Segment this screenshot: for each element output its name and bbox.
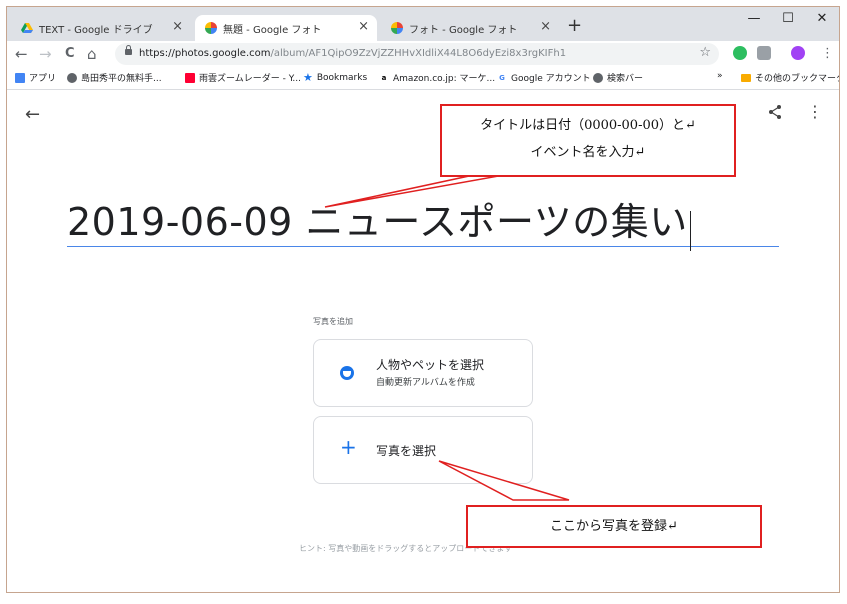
amazon-icon: a (379, 72, 389, 83)
bookmark-label: Google アカウント (511, 74, 591, 84)
address-bar[interactable]: https://photos.google.com/album/AF1QipO9… (115, 43, 719, 65)
reload-icon[interactable]: C (65, 44, 75, 64)
select-people-subtitle: 自動更新アルバムを作成 (376, 378, 475, 388)
tab-title: 無題 - Google フォト (223, 24, 322, 36)
plus-icon: + (340, 435, 357, 459)
bookmarks-bar: アプリ 島田秀平の無料手... 雨雲ズームレーダー - Y... ★ Bookma… (7, 67, 839, 90)
add-photos-label: 写真を追加 (313, 317, 353, 326)
google-photos-icon (205, 22, 217, 34)
globe-icon (67, 72, 77, 83)
evernote-extension-icon[interactable] (733, 46, 747, 60)
browser-menu-icon[interactable]: ⋮ (821, 44, 834, 64)
photo-callout: ここから写真を登録↵ (466, 505, 762, 548)
folder-icon (741, 73, 751, 82)
cloud-extension-icon[interactable] (757, 46, 771, 60)
close-tab-icon[interactable]: × (540, 20, 551, 34)
select-photos-title: 写真を選択 (376, 444, 437, 458)
tab-title: TEXT - Google ドライブ (39, 24, 153, 36)
title-callout-line2: イベント名を入力↵ (530, 145, 646, 160)
forward-icon[interactable]: → (39, 44, 52, 64)
google-drive-icon (21, 23, 33, 33)
select-people-title: 人物やペットを選択 (376, 358, 485, 372)
bookmark-label: 検索バー (607, 74, 644, 84)
bookmark-label: Amazon.co.jp: マーケ... (393, 74, 496, 84)
bookmark-other[interactable]: その他のブックマーク (741, 71, 840, 84)
apps-icon (15, 72, 25, 83)
title-callout-line1: タイトルは日付（0000-00-00）と↵ (480, 118, 696, 133)
maximize-button[interactable]: ☐ (773, 11, 803, 27)
profile-avatar[interactable] (791, 46, 805, 60)
minimize-button[interactable]: — (739, 11, 769, 27)
bookmark-item[interactable]: 島田秀平の無料手... (67, 71, 162, 84)
tab-strip: TEXT - Google ドライブ × 無題 - Google フォト × フ… (7, 7, 839, 41)
text-caret (689, 210, 691, 251)
url-text: https://photos.google.com/album/AF1QipO9… (139, 48, 566, 59)
tab-photos-untitled[interactable]: 無題 - Google フォト × (195, 15, 377, 41)
browser-window: TEXT - Google ドライブ × 無題 - Google フォト × フ… (6, 6, 840, 593)
bookmark-apps[interactable]: アプリ (15, 71, 56, 84)
share-icon[interactable] (767, 104, 783, 120)
tab-photos[interactable]: フォト - Google フォト × (381, 15, 559, 41)
bookmark-label: その他のブックマーク (755, 74, 840, 84)
close-tab-icon[interactable]: × (172, 20, 183, 34)
google-photos-icon (391, 22, 403, 34)
bookmark-label: 雨雲ズームレーダー - Y... (199, 74, 301, 84)
bookmark-item[interactable]: ★ Bookmarks (303, 71, 367, 84)
select-people-pets-button[interactable]: 人物やペットを選択 自動更新アルバムを作成 (313, 339, 533, 407)
face-icon (340, 366, 354, 380)
back-arrow-icon[interactable]: ← (25, 104, 40, 125)
bookmark-item[interactable]: 検索バー (593, 71, 643, 84)
album-title-text: 2019-06-09 ニュースポーツの集い (67, 200, 688, 244)
url-path: /album/AF1QipO9ZzVjZZHHvXIdliX44L8O6dyEz… (270, 48, 567, 59)
new-tab-button[interactable]: + (567, 17, 582, 35)
home-icon[interactable]: ⌂ (87, 44, 97, 64)
select-photos-button[interactable]: + 写真を選択 (313, 416, 533, 484)
bookmark-label: 島田秀平の無料手... (81, 74, 162, 84)
google-icon: G (497, 72, 507, 83)
bookmark-label: アプリ (29, 74, 57, 84)
close-tab-icon[interactable]: × (358, 20, 369, 34)
bookmark-label: Bookmarks (316, 72, 368, 83)
lock-icon (125, 45, 132, 55)
url-host: https://photos.google.com (139, 48, 271, 59)
close-window-button[interactable]: ✕ (807, 11, 837, 27)
globe-icon (593, 72, 603, 83)
bookmark-star-icon[interactable]: ☆ (699, 45, 711, 60)
browser-toolbar: ← → C ⌂ https://photos.google.com/album/… (7, 41, 839, 67)
yahoo-icon (185, 72, 195, 83)
star-icon: ★ (303, 71, 313, 84)
more-options-icon[interactable]: ⋮ (807, 102, 823, 121)
back-icon[interactable]: ← (15, 44, 28, 64)
album-title-field[interactable]: 2019-06-09 ニュースポーツの集い (67, 198, 779, 251)
tab-title: フォト - Google フォト (409, 24, 518, 36)
bookmark-item[interactable]: 雨雲ズームレーダー - Y... (185, 71, 301, 84)
title-callout: タイトルは日付（0000-00-00）と↵ イベント名を入力↵ (440, 104, 736, 177)
bookmark-item[interactable]: G Google アカウント (497, 71, 591, 84)
tab-drive[interactable]: TEXT - Google ドライブ × (11, 15, 191, 41)
bookmarks-overflow[interactable]: » (717, 71, 723, 81)
bookmark-item[interactable]: a Amazon.co.jp: マーケ... (379, 71, 495, 84)
